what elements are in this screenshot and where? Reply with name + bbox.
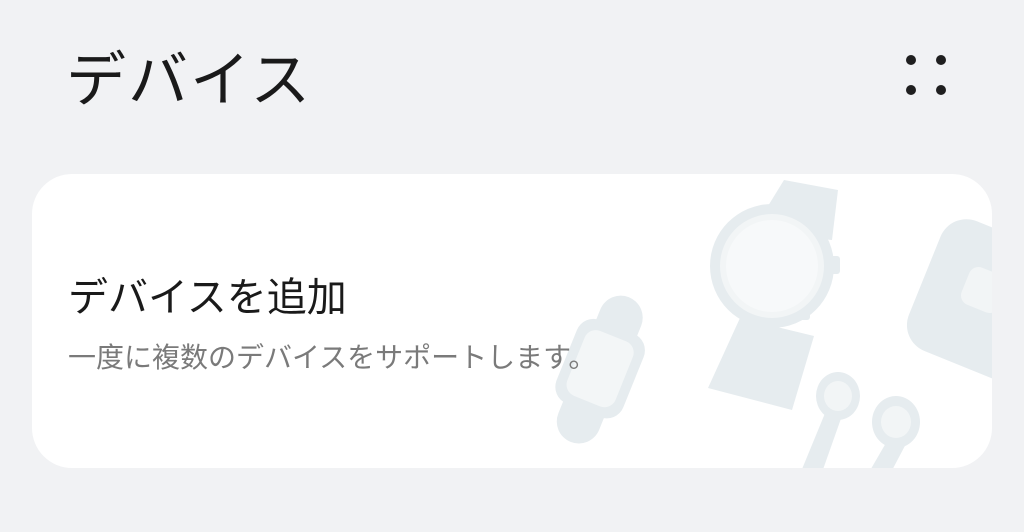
four-dots-more-icon bbox=[906, 55, 946, 95]
smartwatch-icon bbox=[708, 180, 840, 410]
add-device-title: デバイスを追加 bbox=[68, 275, 347, 321]
add-device-subtitle: 一度に複数のデバイスをサポートします。 bbox=[68, 341, 597, 374]
earbuds-icon bbox=[802, 372, 920, 468]
more-options-button[interactable] bbox=[896, 46, 956, 106]
tablet-icon bbox=[906, 219, 992, 381]
add-device-card[interactable]: デバイスを追加 一度に複数のデバイスをサポートします。 bbox=[32, 174, 992, 468]
page-title: デバイス bbox=[66, 46, 313, 116]
